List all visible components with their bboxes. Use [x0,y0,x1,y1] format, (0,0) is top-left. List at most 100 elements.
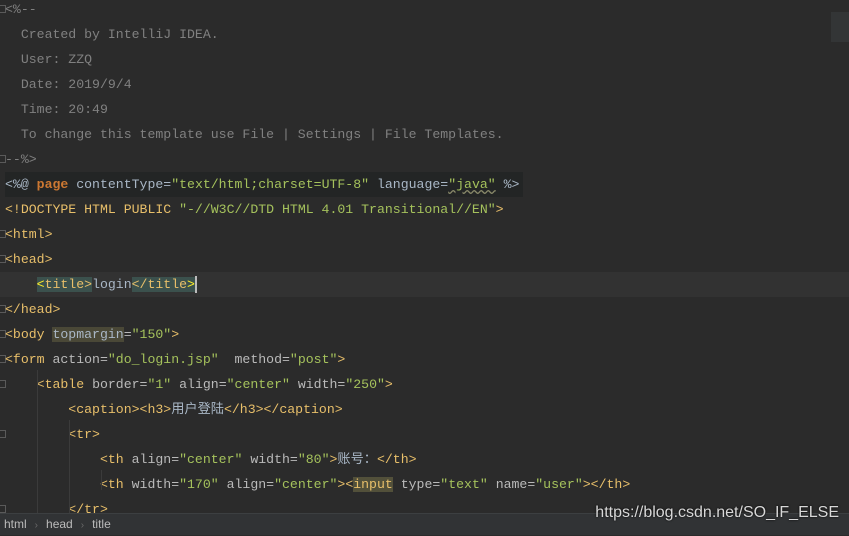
indent-guide [37,370,38,513]
code-token: > [187,277,195,292]
code-text: Date: 2019/9/4 [5,72,132,97]
code-token: "1" [147,377,172,392]
code-token: <%@ [5,177,37,192]
breadcrumb-head[interactable]: head [42,514,77,535]
code-token: >< [337,477,354,492]
editor-corner-button[interactable] [831,12,849,42]
code-line[interactable]: Created by IntelliJ IDEA. [0,22,849,47]
code-token: input [353,477,393,492]
code-token: align= [218,477,275,492]
code-token: <body [5,327,53,342]
code-text: <form action="do_login.jsp" method="post… [5,347,345,372]
code-token: "user" [535,477,583,492]
code-line[interactable]: --%> [0,147,849,172]
code-token: "center" [274,477,338,492]
code-line[interactable]: </head> [0,297,849,322]
code-token: "post" [289,352,338,367]
code-token: <head> [5,252,53,267]
code-token: width= [242,452,298,467]
code-token: ></th> [582,477,631,492]
code-line[interactable]: <!DOCTYPE HTML PUBLIC "-//W3C//DTD HTML … [0,197,849,222]
code-token: "text/html;charset=UTF-8" [171,177,370,192]
code-token: "center" [226,377,290,392]
code-line[interactable]: Time: 20:49 [0,97,849,122]
code-token: width= [131,477,180,492]
indent-guide [101,470,102,490]
code-line[interactable]: To change this template use File | Setti… [0,122,849,147]
code-text: <th align="center" width="80">账号：</th> [5,447,417,472]
code-token: "text" [440,477,488,492]
code-token: > [495,202,504,217]
code-line[interactable]: User: ZZQ [0,47,849,72]
code-token: <tr> [5,427,100,442]
code-text: <%-- [5,0,37,22]
code-token: --%> [5,152,37,167]
breadcrumb-title[interactable]: title [88,514,115,535]
code-text: <th width="170" align="center"><input ty… [5,472,630,497]
code-text: <table border="1" align="center" width="… [5,372,393,397]
code-line[interactable]: <th align="center" width="80">账号：</th> [0,447,849,472]
code-line[interactable]: <form action="do_login.jsp" method="post… [0,347,849,372]
code-token: width= [289,377,346,392]
code-token: </title [131,277,188,292]
indent-guide [69,420,70,513]
code-line[interactable]: <html> [0,222,849,247]
code-editor[interactable]: <%-- Created by IntelliJ IDEA. User: ZZQ… [0,0,849,513]
code-line[interactable]: <table border="1" align="center" width="… [0,372,849,397]
code-token: > [337,352,346,367]
code-token: align= [131,452,180,467]
code-line[interactable]: <tr> [0,422,849,447]
code-token: 账号： [337,452,377,467]
code-token: method= [218,352,290,367]
chevron-right-icon: › [34,520,39,531]
code-token: To change this template use File | Setti… [5,127,504,142]
code-line[interactable]: <title>login</title> [0,272,849,297]
code-text: <body topmargin="150"> [5,322,179,347]
code-token: Date: 2019/9/4 [5,77,132,92]
code-text: To change this template use File | Setti… [5,122,504,147]
code-line[interactable]: <body topmargin="150"> [0,322,849,347]
code-token: login [92,277,132,292]
code-line[interactable]: Date: 2019/9/4 [0,72,849,97]
breadcrumb-html[interactable]: html [0,514,31,535]
code-token: name= [487,477,536,492]
code-text: <html> [5,222,52,247]
code-text: <tr> [5,422,100,447]
code-text: </head> [5,297,60,322]
watermark: https://blog.csdn.net/SO_IF_ELSE [595,504,839,521]
code-token: type= [392,477,441,492]
code-token: "center" [179,452,243,467]
code-token: <html> [5,227,53,242]
code-token: "do_login.jsp" [107,352,219,367]
code-token: > [171,327,180,342]
code-text: Created by IntelliJ IDEA. [5,22,219,47]
chevron-right-icon: › [80,520,85,531]
code-token: <form [5,352,53,367]
code-token: > [384,377,393,392]
code-token: 用户登陆 [171,402,224,417]
code-text: Time: 20:49 [5,97,108,122]
code-token: </h3></caption> [223,402,343,417]
code-token: <!DOCTYPE HTML PUBLIC [5,202,180,217]
code-token: <%-- [5,2,37,17]
code-text: --%> [5,147,37,172]
code-line[interactable]: <head> [0,247,849,272]
code-token: language= [369,177,449,192]
code-text: User: ZZQ [5,47,92,72]
code-text: <head> [5,247,52,272]
code-token: "150" [131,327,172,342]
code-line[interactable]: <%@ page contentType="text/html;charset=… [0,172,849,197]
code-line[interactable]: <%-- [0,0,849,22]
code-token: </th> [376,452,417,467]
code-token: page [36,177,69,192]
code-text: <!DOCTYPE HTML PUBLIC "-//W3C//DTD HTML … [5,197,504,222]
code-text: <caption><h3>用户登陆</h3></caption> [5,397,343,422]
code-line[interactable]: <th width="170" align="center"><input ty… [0,472,849,497]
code-token: title> [44,277,93,292]
code-token: "80" [297,452,330,467]
code-token: User: ZZQ [5,52,93,67]
code-line[interactable]: <caption><h3>用户登陆</h3></caption> [0,397,849,422]
code-token: </head> [5,302,61,317]
code-token: < [36,277,45,292]
